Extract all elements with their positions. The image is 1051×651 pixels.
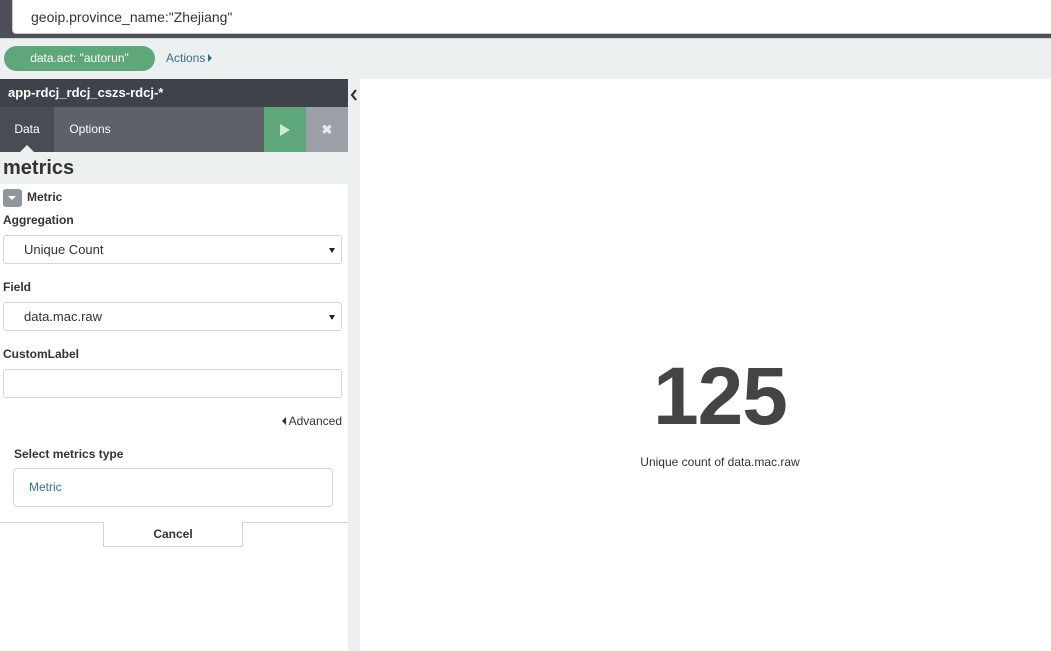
- cancel-button[interactable]: Cancel: [103, 522, 243, 547]
- field-value: data.mac.raw: [24, 309, 103, 324]
- field-label: Field: [3, 280, 32, 294]
- index-pattern-title: app-rdcj_rdcj_cszs-rdcj-*: [0, 79, 348, 107]
- actions-label: Actions: [166, 51, 206, 65]
- search-bar-edge: [0, 0, 12, 36]
- aggregation-value: Unique Count: [24, 242, 104, 257]
- aggregation-label: Aggregation: [3, 213, 74, 227]
- metric-title: Metric: [27, 190, 63, 204]
- metric-value: 125: [653, 351, 788, 442]
- metric-caption: Unique count of data.mac.raw: [640, 455, 800, 469]
- visualization-panel: 125 Unique count of data.mac.raw: [360, 79, 1051, 651]
- apply-changes-button[interactable]: [264, 107, 306, 152]
- close-icon: ✖: [321, 122, 333, 137]
- filter-pill[interactable]: data.act: "autorun": [4, 46, 155, 71]
- search-bar: [0, 0, 1051, 38]
- tab-data[interactable]: Data: [0, 107, 54, 152]
- discard-changes-button[interactable]: ✖: [306, 107, 348, 152]
- filter-bar: data.act: "autorun" Actions: [0, 38, 1051, 79]
- caret-down-icon: [8, 196, 16, 200]
- actions-menu[interactable]: Actions: [166, 50, 213, 66]
- aggregation-select[interactable]: Unique Count: [3, 235, 342, 264]
- custom-label-label: CustomLabel: [3, 347, 80, 361]
- metrics-type-option-metric[interactable]: Metric: [13, 468, 333, 507]
- field-select[interactable]: data.mac.raw: [3, 302, 342, 331]
- sidebar-tabs: Data Options ✖: [0, 107, 348, 152]
- dropdown-arrow-icon: [329, 248, 335, 253]
- dropdown-arrow-icon: [329, 315, 335, 320]
- tab-data-label: Data: [14, 122, 40, 136]
- tab-options[interactable]: Options: [54, 107, 126, 152]
- active-tab-pointer: [20, 145, 34, 152]
- caret-right-icon: [208, 54, 213, 62]
- tab-options-label: Options: [69, 122, 111, 136]
- play-icon: [280, 124, 290, 136]
- metric-toggle-button[interactable]: [3, 189, 22, 207]
- search-input[interactable]: [12, 0, 1051, 34]
- section-title: metrics: [0, 152, 348, 184]
- chevron-left-icon: [350, 89, 357, 101]
- select-metrics-type-label: Select metrics type: [14, 447, 124, 461]
